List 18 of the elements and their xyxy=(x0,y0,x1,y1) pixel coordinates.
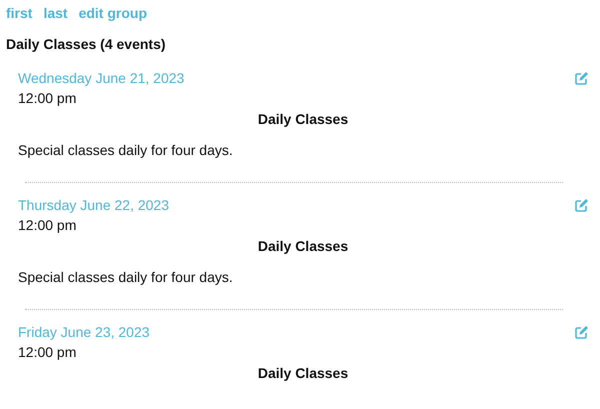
nav-link[interactable]: last xyxy=(43,5,68,21)
event-time: 12:00 pm xyxy=(18,89,78,108)
edit-icon[interactable] xyxy=(575,72,588,84)
event-title: Daily Classes xyxy=(256,364,350,383)
event-time: 12:00 pm xyxy=(18,343,78,362)
event-date-link[interactable]: Friday June 23, 2023 xyxy=(18,322,150,342)
nav-link[interactable]: edit group xyxy=(78,5,148,21)
event-description: Special classes daily for four days. xyxy=(18,268,234,287)
event-date-link[interactable]: Wednesday June 21, 2023 xyxy=(18,68,184,88)
event-time: 12:00 pm xyxy=(18,216,78,235)
event-title: Daily Classes xyxy=(256,110,350,129)
edit-icon[interactable] xyxy=(575,198,588,212)
group-heading: Daily Classes (4 events) xyxy=(5,35,167,54)
edit-icon[interactable] xyxy=(575,326,588,338)
nav-link[interactable]: first xyxy=(6,5,32,21)
event-date-link[interactable]: Thursday June 22, 2023 xyxy=(18,195,169,215)
event-description: Special classes daily for four days. xyxy=(18,141,234,160)
event-title: Daily Classes xyxy=(256,237,350,256)
